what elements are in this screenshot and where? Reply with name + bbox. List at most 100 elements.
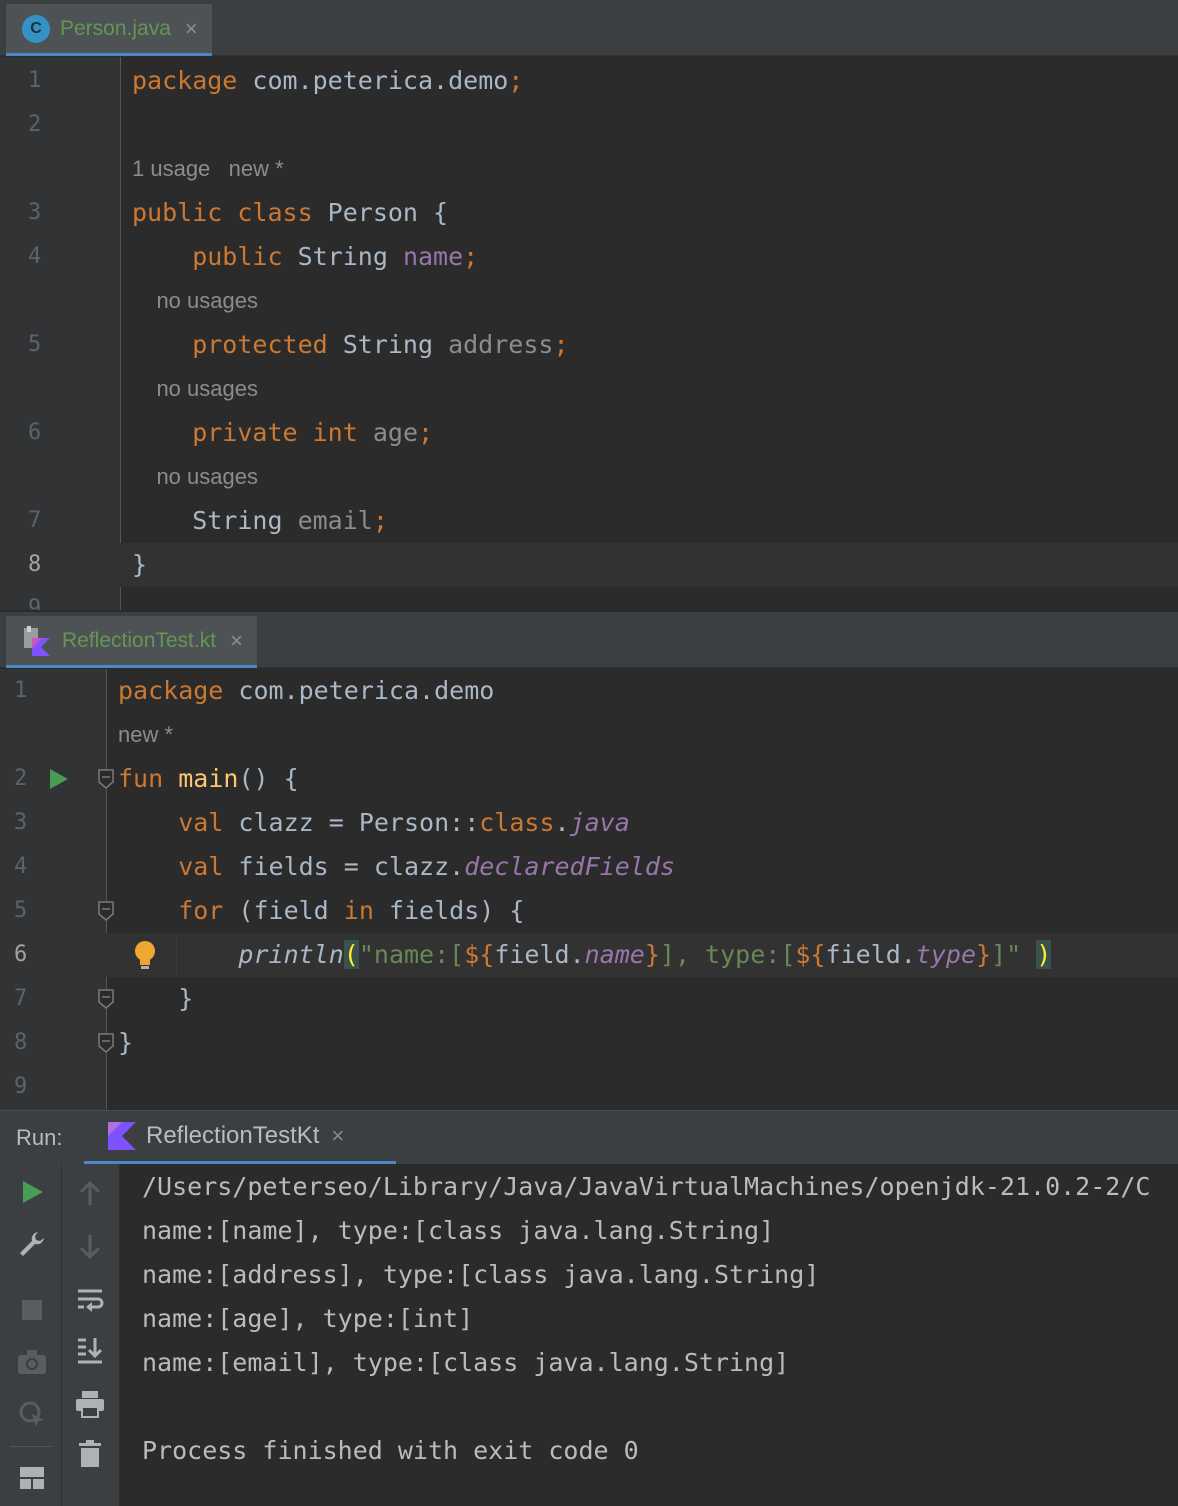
code-token: ): [1036, 940, 1052, 969]
inlay-hint-row[interactable]: new *: [0, 713, 1178, 757]
code-token: val: [118, 852, 239, 881]
camera-icon: [12, 1342, 52, 1382]
code-token: val: [118, 808, 239, 837]
inlay-hint[interactable]: no usages: [132, 367, 258, 411]
code-text[interactable]: val fields = clazz.declaredFields: [118, 845, 675, 889]
run-gutter-icon[interactable]: [48, 767, 70, 791]
code-token: class: [479, 808, 555, 837]
code-line[interactable]: 8}: [0, 543, 1178, 587]
code-text[interactable]: public String name;: [132, 235, 478, 279]
line-number: 4: [28, 244, 42, 269]
console-line[interactable]: name:[email], type:[class java.lang.Stri…: [142, 1341, 789, 1385]
close-icon[interactable]: ×: [331, 1123, 344, 1149]
code-token: main: [178, 764, 239, 793]
run-toolbar-right: [62, 1164, 120, 1506]
inlay-hint[interactable]: 1 usage new *: [132, 147, 284, 191]
line-number: 3: [14, 810, 28, 835]
kotlin-file-icon: [24, 625, 50, 656]
code-line[interactable]: 3 public class Person {: [0, 191, 1178, 235]
fold-icon[interactable]: [97, 768, 115, 790]
code-text[interactable]: String email;: [132, 499, 388, 543]
code-token: ;: [553, 330, 569, 359]
run-tab-reflection-test-kt[interactable]: ReflectionTestKt ×: [84, 1111, 396, 1165]
inlay-hint[interactable]: no usages: [132, 279, 258, 323]
code-line[interactable]: 5 protected String address;: [0, 323, 1178, 367]
code-line[interactable]: 4 public String name;: [0, 235, 1178, 279]
layout-icon[interactable]: [12, 1458, 52, 1498]
code-line[interactable]: 7 String email;: [0, 499, 1178, 543]
arrow-down-icon: [70, 1226, 110, 1266]
code-line[interactable]: 1 package com.peterica.demo;: [0, 59, 1178, 103]
line-number: 2: [28, 112, 42, 137]
code-text[interactable]: for (field in fields) {: [118, 889, 524, 933]
print-icon[interactable]: [70, 1384, 110, 1424]
code-token: ], type:[: [659, 940, 796, 969]
code-line[interactable]: 1 package com.peterica.demo: [0, 669, 1178, 713]
trash-icon[interactable]: [70, 1434, 110, 1474]
console-line[interactable]: Process finished with exit code 0: [142, 1429, 639, 1473]
line-number: 9: [28, 596, 42, 610]
inlay-hint-row[interactable]: no usages: [0, 279, 1178, 323]
inlay-hint-row[interactable]: 1 usage new *: [0, 147, 1178, 191]
code-line[interactable]: 2 fun main() {: [0, 757, 1178, 801]
tab-reflection-test-kt[interactable]: ReflectionTest.kt ×: [6, 616, 257, 668]
close-icon[interactable]: ×: [185, 16, 198, 42]
code-token: name: [402, 242, 464, 271]
code-text[interactable]: }: [118, 1021, 133, 1065]
code-token: (field: [238, 896, 344, 925]
code-token: java: [569, 808, 630, 837]
soft-wrap-icon[interactable]: [70, 1280, 110, 1320]
code-line[interactable]: 4 val fields = clazz.declaredFields: [0, 845, 1178, 889]
close-icon[interactable]: ×: [230, 628, 243, 654]
code-text[interactable]: println("name:[${field.name}], type:[${f…: [118, 933, 1052, 977]
tab-person-java[interactable]: C Person.java ×: [6, 4, 212, 56]
inlay-hint[interactable]: no usages: [132, 455, 258, 499]
code-line[interactable]: 3 val clazz = Person::class.java: [0, 801, 1178, 845]
code-token: protected: [132, 330, 343, 359]
person-editor[interactable]: 1 package com.peterica.demo; 2 1 usage new …: [0, 57, 1178, 610]
console-line[interactable]: name:[address], type:[class java.lang.St…: [142, 1253, 819, 1297]
code-line[interactable]: 8}: [0, 1021, 1178, 1065]
code-text[interactable]: package com.peterica.demo;: [132, 59, 523, 103]
line-number: 8: [14, 1030, 28, 1055]
console-line[interactable]: name:[age], type:[int]: [142, 1297, 473, 1341]
run-tab-label: ReflectionTestKt: [146, 1122, 320, 1149]
code-line[interactable]: 6 private int age;: [0, 411, 1178, 455]
java-class-icon: C: [22, 14, 50, 43]
code-line[interactable]: 2: [0, 103, 1178, 147]
gutter-cell: [0, 543, 120, 587]
code-line[interactable]: 6 println("name:[${field.name}], type:[$…: [0, 933, 1178, 977]
code-text[interactable]: }: [132, 543, 147, 587]
line-number: 2: [14, 766, 28, 791]
code-text[interactable]: val clazz = Person::class.java: [118, 801, 630, 845]
code-text[interactable]: private int age;: [132, 411, 433, 455]
line-number: 5: [28, 332, 42, 357]
code-line[interactable]: 5 for (field in fields) {: [0, 889, 1178, 933]
bottom-tab-bar: ReflectionTest.kt ×: [0, 612, 1178, 668]
inlay-hint-row[interactable]: no usages: [0, 367, 1178, 411]
code-text[interactable]: package com.peterica.demo: [118, 669, 494, 713]
code-line[interactable]: 9: [0, 587, 1178, 610]
code-text[interactable]: }: [118, 977, 193, 1021]
console-line[interactable]: /Users/peterseo/Library/Java/JavaVirtual…: [142, 1165, 1150, 1209]
code-token: ;: [508, 66, 524, 95]
inlay-hint[interactable]: new *: [118, 713, 173, 757]
fold-icon[interactable]: [97, 988, 115, 1010]
code-token: public: [132, 242, 298, 271]
line-number: 6: [28, 420, 42, 445]
code-line[interactable]: 9: [0, 1065, 1178, 1109]
scroll-to-end-icon[interactable]: [70, 1330, 110, 1370]
fold-icon[interactable]: [97, 900, 115, 922]
code-line[interactable]: 7 }: [0, 977, 1178, 1021]
rerun-icon[interactable]: [12, 1172, 52, 1212]
console-line[interactable]: name:[name], type:[class java.lang.Strin…: [142, 1209, 774, 1253]
reflection-editor[interactable]: 1 package com.peterica.demo new * 2 fun main…: [0, 669, 1178, 1110]
inlay-hint-row[interactable]: no usages: [0, 455, 1178, 499]
code-text[interactable]: fun main() {: [118, 757, 299, 801]
toolbar-divider: [10, 1446, 52, 1447]
fold-icon[interactable]: [97, 1032, 115, 1054]
wrench-icon[interactable]: [12, 1224, 52, 1264]
code-text[interactable]: protected String address;: [132, 323, 569, 367]
code-text[interactable]: public class Person {: [132, 191, 448, 235]
